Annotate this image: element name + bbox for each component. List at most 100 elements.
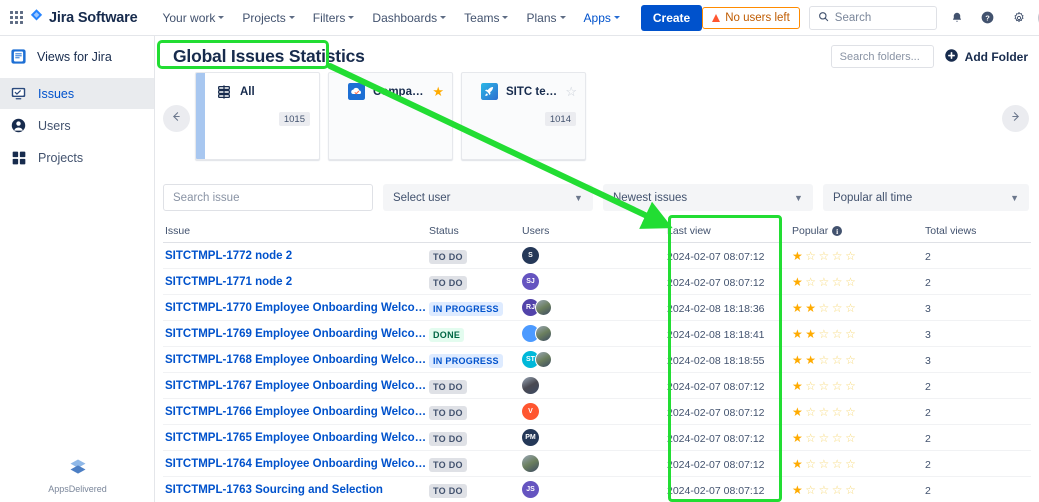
nav-item-projects[interactable]: Projects — [233, 4, 303, 32]
nav-item-dashboards[interactable]: Dashboards — [363, 4, 455, 32]
user-avatar[interactable]: PM — [522, 429, 539, 446]
user-avatar[interactable] — [522, 377, 539, 394]
star-outline-icon[interactable]: ☆ — [845, 250, 856, 262]
star-outline-icon[interactable]: ☆ — [832, 432, 843, 444]
star-outline-icon[interactable]: ☆ — [805, 380, 816, 392]
sidebar-header-views-for-jira[interactable]: Views for Jira — [0, 36, 154, 77]
issue-link[interactable]: SITCTMPL-1763 Sourcing and Selection — [165, 484, 429, 496]
star-outline-icon[interactable]: ☆ — [805, 250, 816, 262]
nav-item-plans[interactable]: Plans — [517, 4, 574, 32]
star-outline-icon[interactable]: ☆ — [805, 276, 816, 288]
add-folder-button[interactable]: Add Folder — [944, 48, 1028, 66]
star-filled-icon[interactable]: ★ — [792, 354, 803, 366]
star-outline-icon[interactable]: ☆ — [819, 380, 830, 392]
table-row[interactable]: SITCTMPL-1771 node 2TO DOSJ2024-02-07 08… — [163, 269, 1031, 295]
nav-item-your-work[interactable]: Your work — [153, 4, 233, 32]
carousel-next-button[interactable] — [1002, 105, 1029, 132]
popular-range-dropdown[interactable]: Popular all time ▼ — [823, 184, 1029, 211]
table-row[interactable]: SITCTMPL-1769 Employee Onboarding Welcom… — [163, 321, 1031, 347]
star-rating[interactable]: ★★☆☆☆ — [792, 328, 925, 340]
issue-link[interactable]: SITCTMPL-1768 Employee Onboarding Welcom… — [165, 354, 429, 366]
table-row[interactable]: SITCTMPL-1770 Employee Onboarding Welcom… — [163, 295, 1031, 321]
issue-link[interactable]: SITCTMPL-1771 node 2 — [165, 276, 429, 288]
user-avatar[interactable]: S — [522, 247, 539, 264]
sidebar-item-issues[interactable]: Issues — [0, 78, 154, 109]
star-outline-icon[interactable]: ☆ — [832, 328, 843, 340]
sidebar-item-projects[interactable]: Projects — [0, 142, 154, 173]
star-filled-icon[interactable]: ★ — [792, 380, 803, 392]
star-outline-icon[interactable]: ☆ — [845, 484, 856, 496]
star-outline-icon[interactable]: ☆ — [845, 302, 856, 314]
folder-card[interactable]: Company ...★ — [328, 72, 453, 160]
star-outline-icon[interactable]: ☆ — [832, 458, 843, 470]
star-outline-icon[interactable]: ☆ — [805, 432, 816, 444]
table-row[interactable]: SITCTMPL-1767 Employee Onboarding Welcom… — [163, 373, 1031, 399]
star-filled-icon[interactable]: ★ — [432, 85, 444, 98]
sort-dropdown[interactable]: Newest issues ▼ — [603, 184, 813, 211]
star-outline-icon[interactable]: ☆ — [819, 484, 830, 496]
user-avatar[interactable] — [535, 299, 552, 316]
star-rating[interactable]: ★☆☆☆☆ — [792, 380, 925, 392]
nav-item-apps[interactable]: Apps — [575, 4, 629, 32]
star-rating[interactable]: ★★☆☆☆ — [792, 354, 925, 366]
star-rating[interactable]: ★☆☆☆☆ — [792, 484, 925, 496]
select-user-dropdown[interactable]: Select user ▼ — [383, 184, 593, 211]
issue-link[interactable]: SITCTMPL-1766 Employee Onboarding Welcom… — [165, 406, 429, 418]
issue-link[interactable]: SITCTMPL-1770 Employee Onboarding Welcom… — [165, 302, 429, 314]
star-outline-icon[interactable]: ☆ — [819, 406, 830, 418]
user-avatar[interactable] — [522, 455, 539, 472]
table-row[interactable]: SITCTMPL-1765 Employee Onboarding Welcom… — [163, 425, 1031, 451]
star-filled-icon[interactable]: ★ — [805, 354, 816, 366]
star-rating[interactable]: ★★☆☆☆ — [792, 302, 925, 314]
star-filled-icon[interactable]: ★ — [805, 302, 816, 314]
table-row[interactable]: SITCTMPL-1772 node 2TO DOS2024-02-07 08:… — [163, 243, 1031, 269]
star-outline-icon[interactable]: ☆ — [819, 250, 830, 262]
star-rating[interactable]: ★☆☆☆☆ — [792, 276, 925, 288]
issue-link[interactable]: SITCTMPL-1772 node 2 — [165, 250, 429, 262]
table-row[interactable]: SITCTMPL-1763 Sourcing and SelectionTO D… — [163, 477, 1031, 502]
star-outline-icon[interactable]: ☆ — [845, 354, 856, 366]
app-switcher-icon[interactable] — [10, 5, 23, 31]
star-outline-icon[interactable]: ☆ — [805, 406, 816, 418]
star-outline-icon[interactable]: ☆ — [832, 354, 843, 366]
folder-search-input[interactable] — [831, 45, 934, 68]
star-outline-icon[interactable]: ☆ — [805, 484, 816, 496]
star-rating[interactable]: ★☆☆☆☆ — [792, 406, 925, 418]
user-avatar[interactable]: V — [522, 403, 539, 420]
star-outline-icon[interactable]: ☆ — [832, 380, 843, 392]
search-issue-input[interactable] — [163, 184, 373, 211]
bell-icon[interactable] — [946, 7, 968, 29]
star-outline-icon[interactable]: ☆ — [845, 380, 856, 392]
star-outline-icon[interactable]: ☆ — [845, 328, 856, 340]
issue-link[interactable]: SITCTMPL-1767 Employee Onboarding Welcom… — [165, 380, 429, 392]
table-row[interactable]: SITCTMPL-1764 Employee Onboarding Welcom… — [163, 451, 1031, 477]
star-rating[interactable]: ★☆☆☆☆ — [792, 250, 925, 262]
star-filled-icon[interactable]: ★ — [792, 276, 803, 288]
carousel-prev-button[interactable] — [163, 105, 190, 132]
star-outline-icon[interactable]: ☆ — [819, 458, 830, 470]
issue-link[interactable]: SITCTMPL-1769 Employee Onboarding Welcom… — [165, 328, 429, 340]
sidebar-item-users[interactable]: Users — [0, 110, 154, 141]
star-outline-icon[interactable]: ☆ — [819, 276, 830, 288]
table-row[interactable]: SITCTMPL-1766 Employee Onboarding Welcom… — [163, 399, 1031, 425]
star-filled-icon[interactable]: ★ — [805, 328, 816, 340]
star-outline-icon[interactable]: ☆ — [565, 85, 577, 98]
star-filled-icon[interactable]: ★ — [792, 328, 803, 340]
issue-link[interactable]: SITCTMPL-1764 Employee Onboarding Welcom… — [165, 458, 429, 470]
star-outline-icon[interactable]: ☆ — [832, 250, 843, 262]
user-avatar[interactable] — [535, 325, 552, 342]
star-rating[interactable]: ★☆☆☆☆ — [792, 432, 925, 444]
gear-icon[interactable] — [1008, 7, 1030, 29]
star-filled-icon[interactable]: ★ — [792, 250, 803, 262]
star-outline-icon[interactable]: ☆ — [832, 406, 843, 418]
no-users-left-badge[interactable]: No users left — [702, 7, 800, 29]
create-button[interactable]: Create — [641, 5, 702, 31]
nav-item-filters[interactable]: Filters — [304, 4, 364, 32]
star-rating[interactable]: ★☆☆☆☆ — [792, 458, 925, 470]
star-outline-icon[interactable]: ☆ — [819, 432, 830, 444]
nav-item-teams[interactable]: Teams — [455, 4, 517, 32]
jira-logo-link[interactable]: Jira Software — [29, 8, 137, 28]
folder-card[interactable]: All1015 — [195, 72, 320, 160]
star-filled-icon[interactable]: ★ — [792, 484, 803, 496]
star-outline-icon[interactable]: ☆ — [845, 458, 856, 470]
